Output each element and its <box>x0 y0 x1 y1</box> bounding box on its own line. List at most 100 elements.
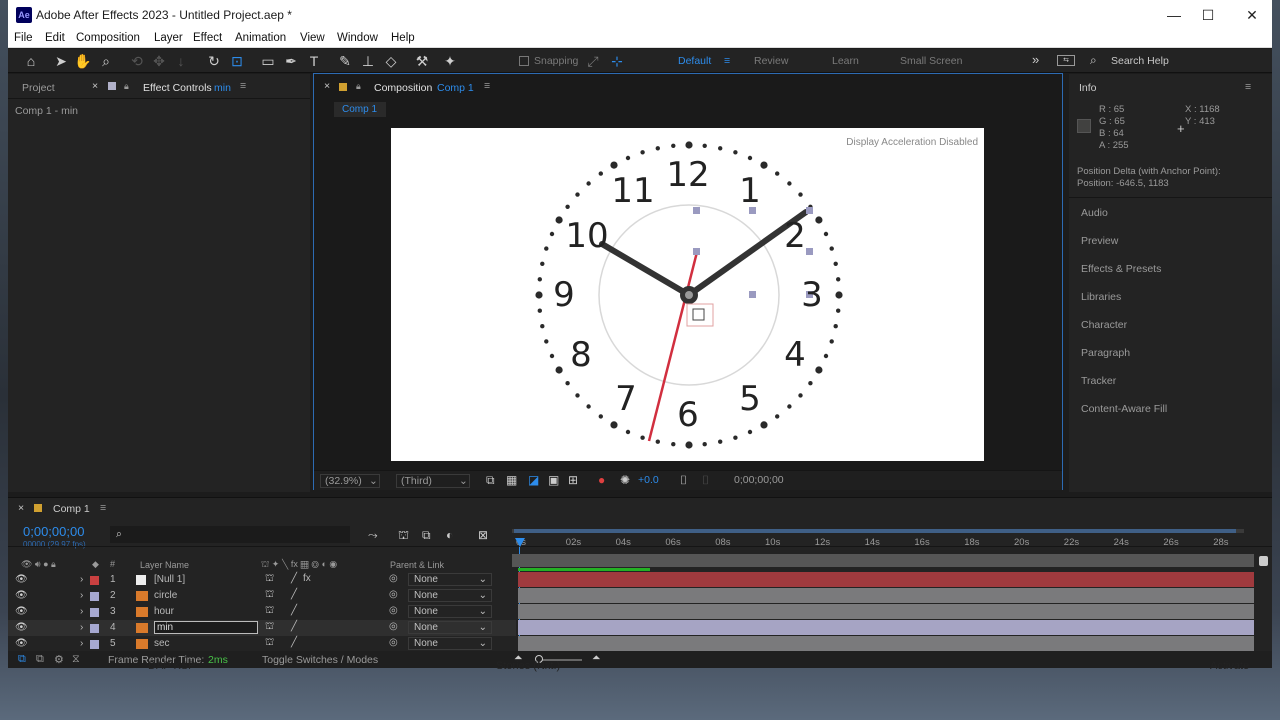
fx-icon[interactable]: fx <box>303 573 311 584</box>
comp-lock-icon[interactable]: 🔒︎ <box>356 81 361 92</box>
label-color[interactable] <box>90 608 99 617</box>
shy-icon[interactable]: ⛫ <box>265 637 274 650</box>
comp-panel-menu-icon[interactable]: ≡ <box>484 80 490 92</box>
eye-icon[interactable]: 👁︎ <box>15 574 28 585</box>
rotate-tool-icon[interactable]: ↻ <box>205 52 223 70</box>
home-icon[interactable]: ⌂ <box>22 52 40 70</box>
eye-icon[interactable]: 👁︎ <box>15 606 28 617</box>
pick-whip-icon[interactable]: ◎ <box>389 573 398 584</box>
section-preview[interactable]: Preview <box>1081 235 1118 247</box>
pan-camera-icon[interactable]: ✥ <box>150 52 168 70</box>
menu-help[interactable]: Help <box>391 32 415 44</box>
layer-row[interactable]: 👁︎ › 1 [Null 1] ⛫ ╱ fx ◎ None ⌄ <box>8 572 516 588</box>
tab-effect-controls[interactable]: Effect Controls <box>143 82 212 94</box>
menu-effect[interactable]: Effect <box>193 32 222 44</box>
expand-chevron-icon[interactable]: › <box>80 574 83 585</box>
menu-file[interactable]: File <box>14 32 33 44</box>
workspace-default[interactable]: Default <box>678 55 711 67</box>
work-area-range[interactable] <box>514 529 1236 533</box>
section-content-aware-fill[interactable]: Content-Aware Fill <box>1081 403 1167 415</box>
pick-whip-icon[interactable]: ◎ <box>389 589 398 600</box>
frame-blending-icon[interactable]: ◐ <box>446 528 453 542</box>
timeline-menu-icon[interactable]: ≡ <box>100 502 106 514</box>
shy-icon[interactable]: ⛫ <box>265 589 274 602</box>
menu-animation[interactable]: Animation <box>235 32 286 44</box>
eraser-tool-icon[interactable]: ◇ <box>382 52 400 70</box>
layer-name[interactable]: circle <box>154 590 177 601</box>
graph-editor-icon[interactable]: ⊠ <box>478 528 488 542</box>
comp-breadcrumb[interactable]: Comp 1 <box>334 102 386 117</box>
shy-icon[interactable]: ⛫ <box>265 621 274 634</box>
eye-icon[interactable]: 👁︎ <box>15 622 28 633</box>
label-color[interactable] <box>90 640 99 649</box>
close-button[interactable]: ✕ <box>1230 4 1272 26</box>
close-timeline-tab-icon[interactable]: × <box>18 502 24 514</box>
layer-handle[interactable] <box>693 207 700 214</box>
type-tool-icon[interactable]: T <box>305 52 323 70</box>
label-color[interactable] <box>90 576 99 585</box>
pick-whip-icon[interactable]: ◎ <box>389 605 398 616</box>
expand-chevron-icon[interactable]: › <box>80 590 83 601</box>
expand-chevron-icon[interactable]: › <box>80 638 83 649</box>
fast-previews-icon[interactable]: ⧉ <box>486 473 495 488</box>
section-tracker[interactable]: Tracker <box>1081 375 1116 387</box>
shy-icon[interactable]: ⛫ <box>265 573 274 586</box>
parent-dropdown[interactable]: None ⌄ <box>408 589 492 602</box>
snap-grid-icon[interactable]: ⊹ <box>608 52 626 70</box>
clone-stamp-tool-icon[interactable]: ⊥ <box>359 52 377 70</box>
current-time-display[interactable]: 0;00;00;00 <box>23 524 84 539</box>
snapshot-camera-icon[interactable]: ⌷ <box>680 473 687 488</box>
menu-window[interactable]: Window <box>337 32 378 44</box>
pan-behind-tool-icon[interactable]: ⊡ <box>228 52 246 70</box>
info-title[interactable]: Info <box>1079 82 1097 94</box>
snapping-options-icon[interactable]: ⤢ <box>584 52 602 70</box>
section-character[interactable]: Character <box>1081 319 1127 331</box>
timeline-search-input[interactable]: ⌕ <box>110 526 350 543</box>
layer-name-edit-field[interactable]: min <box>154 621 258 634</box>
lock-icon[interactable]: 🔒︎ <box>124 81 129 92</box>
section-libraries[interactable]: Libraries <box>1081 291 1121 303</box>
tab-timeline-comp[interactable]: Comp 1 <box>53 503 90 515</box>
toggle-switches-modes-button[interactable]: Toggle Switches / Modes <box>262 654 378 666</box>
tab-composition-name[interactable]: Comp 1 <box>437 82 474 94</box>
comp-mini-flowchart-icon[interactable]: ⤳ <box>368 528 378 543</box>
modes-icon[interactable]: ⧉ <box>36 653 44 666</box>
layer-handle[interactable] <box>749 291 756 298</box>
sync-settings-icon[interactable]: ⇆ <box>1057 55 1075 66</box>
layer-handle[interactable] <box>693 248 700 255</box>
menu-view[interactable]: View <box>300 32 325 44</box>
info-panel-menu-icon[interactable]: ≡ <box>1245 81 1251 93</box>
parent-dropdown[interactable]: None ⌄ <box>408 605 492 618</box>
composition-canvas[interactable]: 12 1 2 3 4 5 6 7 8 9 10 11 Display Accel… <box>391 128 984 461</box>
roto-brush-tool-icon[interactable]: ⚒ <box>413 52 431 70</box>
tab-project[interactable]: Project <box>22 82 55 94</box>
layer-name[interactable]: sec <box>154 638 170 649</box>
close-tab-icon[interactable]: × <box>92 80 98 92</box>
quality-icon[interactable]: ╱ <box>291 605 297 616</box>
pick-whip-icon[interactable]: ◎ <box>389 637 398 648</box>
layer-row-selected[interactable]: 👁︎ › 4 min ⛫ ╱ ◎ None ⌄ <box>8 620 516 636</box>
label-color[interactable] <box>90 592 99 601</box>
transparency-grid-icon[interactable]: ▦ <box>506 473 517 487</box>
section-audio[interactable]: Audio <box>1081 207 1108 219</box>
layer-handle[interactable] <box>806 248 813 255</box>
draft-3d-icon[interactable]: ⛫ <box>398 528 409 544</box>
layer-duration-bar[interactable] <box>518 588 1254 603</box>
pick-whip-icon[interactable]: ◎ <box>389 621 398 632</box>
puppet-tool-icon[interactable]: ✦ <box>441 52 459 70</box>
close-comp-tab-icon[interactable]: × <box>324 80 330 92</box>
parent-link-header[interactable]: Parent & Link <box>390 560 444 570</box>
expand-chevron-icon[interactable]: › <box>80 606 83 617</box>
comp-current-time[interactable]: 0;00;00;00 <box>734 474 784 486</box>
exposure-settings-icon[interactable]: ✺ <box>620 473 630 487</box>
grid-guides-icon[interactable]: ⊞ <box>568 473 578 487</box>
panel-menu-icon[interactable]: ≡ <box>240 80 246 92</box>
channel-rgb-icon[interactable]: ● <box>598 473 605 487</box>
layer-row[interactable]: 👁︎ › 3 hour ⛫ ╱ ◎ None ⌄ <box>8 604 516 620</box>
quality-icon[interactable]: ╱ <box>291 637 297 648</box>
workspace-overflow-icon[interactable]: » <box>1032 52 1039 67</box>
selection-tool-icon[interactable]: ➤ <box>52 52 70 70</box>
dolly-camera-icon[interactable]: ↓ <box>172 52 190 70</box>
hand-tool-icon[interactable]: ✋ <box>74 52 92 70</box>
eye-icon[interactable]: 👁︎ <box>15 590 28 601</box>
